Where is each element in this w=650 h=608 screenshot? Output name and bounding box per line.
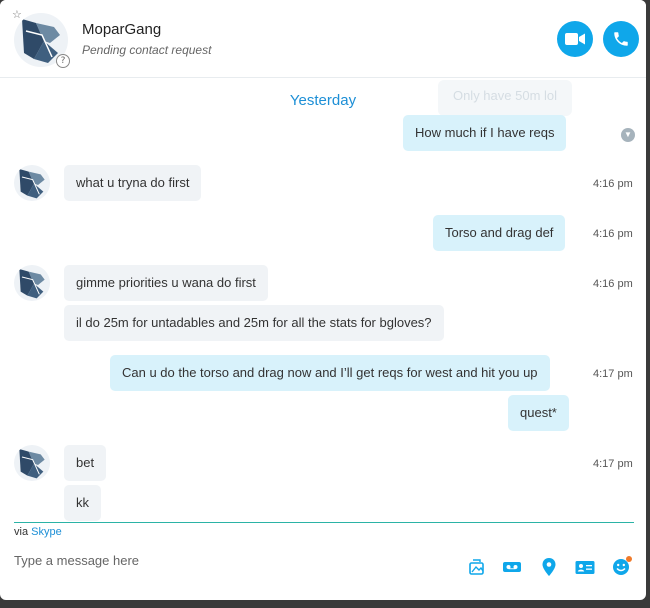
message-avatar[interactable] — [14, 265, 50, 301]
message-list[interactable]: Only have 50m lol Yesterday ▼ How much i… — [0, 78, 646, 522]
message-bubble-incoming[interactable]: il do 25m for untadables and 25m for all… — [64, 305, 444, 341]
message-bubble-incoming[interactable]: gimme priorities u wana do first — [64, 265, 268, 301]
message-time: 4:16 pm — [593, 178, 633, 190]
contact-card-icon — [575, 560, 595, 574]
message-bubble-incoming[interactable]: bet — [64, 445, 107, 481]
message-bubble-outgoing[interactable]: How much if I have reqs — [403, 115, 567, 151]
message-time: 4:17 pm — [593, 458, 633, 470]
message-bubble-incoming[interactable]: kk — [64, 485, 101, 521]
avatar-image — [14, 165, 50, 201]
phone-icon — [614, 32, 628, 46]
day-separator: Yesterday — [289, 92, 357, 109]
avatar-image — [14, 445, 50, 481]
send-media-button[interactable] — [467, 557, 487, 577]
contact-name[interactable]: MoparGang — [82, 21, 161, 38]
message-bubble-outgoing[interactable]: Can u do the torso and drag now and I’ll… — [110, 355, 550, 391]
video-camera-icon — [565, 33, 585, 45]
scroll-down-icon[interactable]: ▼ — [621, 128, 635, 142]
chat-window: ☆ ? MoparGang Pending contact request On… — [0, 0, 646, 600]
audio-call-button[interactable] — [603, 21, 639, 57]
video-message-icon — [503, 562, 521, 572]
location-icon — [542, 558, 556, 576]
contact-avatar[interactable]: ☆ ? — [12, 10, 70, 68]
message-avatar[interactable] — [14, 165, 50, 201]
message-time: 4:16 pm — [593, 278, 633, 290]
avatar-image — [14, 265, 50, 301]
emoji-button[interactable] — [611, 556, 632, 577]
compose-divider — [14, 522, 634, 523]
message-bubble-outgoing[interactable]: Torso and drag def — [433, 215, 566, 251]
message-avatar[interactable] — [14, 445, 50, 481]
star-outline-icon[interactable]: ☆ — [12, 10, 22, 21]
contact-status: Pending contact request — [82, 43, 212, 57]
message-time: 4:16 pm — [593, 228, 633, 240]
send-location-button[interactable] — [539, 557, 559, 577]
video-message-button[interactable] — [502, 557, 522, 577]
message-time: 4:17 pm — [593, 368, 633, 380]
message-input[interactable] — [14, 550, 444, 570]
via-prefix: via — [14, 526, 29, 538]
question-icon[interactable]: ? — [56, 54, 70, 68]
message-bubble-incoming[interactable]: what u tryna do first — [64, 165, 202, 201]
media-icon — [469, 559, 484, 575]
conversation-header: ☆ ? MoparGang Pending contact request — [0, 0, 646, 78]
skype-link[interactable]: Skype — [31, 526, 62, 538]
message-bubble-outgoing[interactable]: quest* — [508, 395, 569, 431]
notification-dot — [626, 556, 632, 562]
send-contact-button[interactable] — [575, 557, 595, 577]
video-call-button[interactable] — [557, 21, 593, 57]
via-skype-label: via Skype — [14, 526, 62, 538]
